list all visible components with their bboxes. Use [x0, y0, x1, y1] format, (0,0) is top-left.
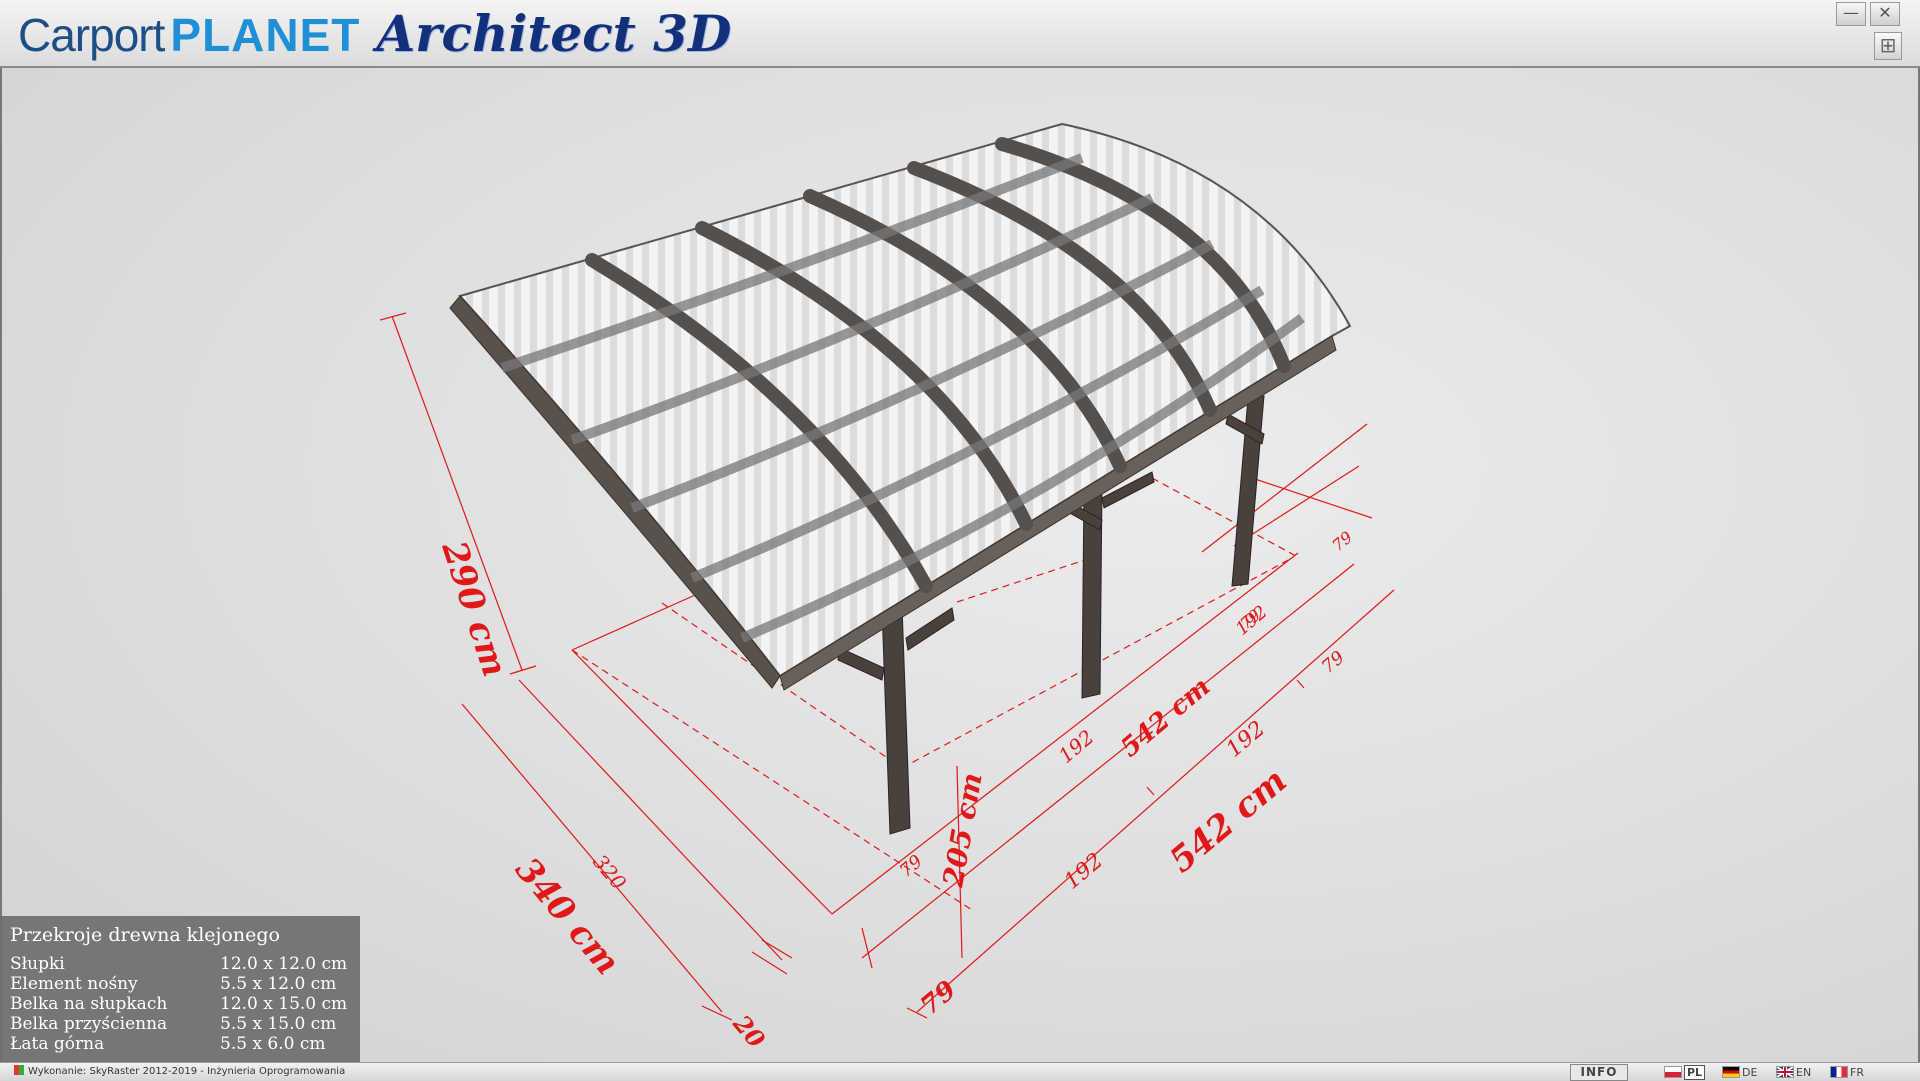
info-row-label: Belka na słupkach — [10, 994, 168, 1014]
minimize-button[interactable]: — — [1836, 2, 1866, 26]
info-row: Element nośny 5.5 x 12.0 cm — [10, 974, 350, 994]
lang-de[interactable]: DE — [1722, 1065, 1757, 1079]
maximize-icon[interactable]: ⊞ — [1874, 32, 1902, 60]
lang-code: FR — [1850, 1065, 1864, 1079]
timber-sections-panel: Przekroje drewna klejonego Słupki 12.0 x… — [0, 916, 360, 1062]
info-row-value: 5.5 x 6.0 cm — [220, 1034, 326, 1054]
lang-code: PL — [1684, 1064, 1706, 1080]
germany-flag-icon — [1722, 1066, 1740, 1078]
info-row: Łata górna 5.5 x 6.0 cm — [10, 1034, 350, 1054]
info-row-label: Belka przyścienna — [10, 1014, 168, 1034]
info-row-value: 12.0 x 12.0 cm — [220, 954, 348, 974]
info-row-label: Element nośny — [10, 974, 138, 994]
3d-viewport[interactable]: 290 cm 340 cm 320 20 542 cm 542 cm 205 c… — [0, 68, 1920, 1062]
panel-title: Przekroje drewna klejonego — [10, 924, 280, 946]
info-row-value: 5.5 x 12.0 cm — [220, 974, 337, 994]
lang-pl[interactable]: PL — [1664, 1064, 1706, 1080]
dim-width-offset: 20 — [727, 1008, 772, 1053]
status-bar: Wykonanie: SkyRaster 2012-2019 - Inżynie… — [0, 1062, 1920, 1081]
brand-carport: Carport — [18, 9, 165, 61]
dim-bay-top: 192 — [1054, 725, 1099, 768]
product-name: Architect 3D — [376, 4, 732, 63]
uk-flag-icon — [1776, 1066, 1794, 1078]
poland-flag-icon — [1664, 1066, 1682, 1078]
dim-overhang-small-3: 79 — [1328, 527, 1356, 555]
dim-overhang-small-1: 79 — [896, 851, 927, 882]
info-row-value: 5.5 x 15.0 cm — [220, 1014, 337, 1034]
info-button[interactable]: INFO — [1570, 1064, 1628, 1081]
info-row: Belka na słupkach 12.0 x 15.0 cm — [10, 994, 350, 1014]
brand-planet: PLANET — [170, 9, 361, 61]
dim-bay-2: 192 — [1222, 716, 1270, 762]
app-logo: Carport PLANET Architect 3D — [18, 6, 731, 62]
app-icon — [14, 1065, 24, 1075]
dim-length-inner: 542 cm — [1115, 672, 1216, 764]
roof — [449, 122, 1352, 691]
info-row-label: Słupki — [10, 954, 65, 974]
info-row: Słupki 12.0 x 12.0 cm — [10, 954, 350, 974]
france-flag-icon — [1830, 1066, 1848, 1078]
close-button[interactable]: ✕ — [1870, 2, 1900, 26]
carport-scene: 290 cm 340 cm 320 20 542 cm 542 cm 205 c… — [379, 122, 1395, 1054]
info-row-value: 12.0 x 15.0 cm — [220, 994, 348, 1014]
lang-code: DE — [1742, 1065, 1758, 1079]
dim-post-height: 205 cm — [936, 770, 989, 890]
dim-width-inner: 320 — [588, 850, 631, 895]
credits: Wykonanie: SkyRaster 2012-2019 - Inżynie… — [14, 1065, 345, 1077]
info-row: Belka przyścienna 5.5 x 15.0 cm — [10, 1014, 350, 1034]
dim-overhang-back: 79 — [1318, 647, 1349, 678]
title-bar: Carport PLANET Architect 3D — ✕ ⊞ — [0, 0, 1920, 68]
dim-bay-1: 192 — [1060, 848, 1108, 894]
dim-length-total: 542 cm — [1162, 761, 1295, 881]
lang-code: EN — [1796, 1065, 1812, 1079]
info-row-label: Łata górna — [10, 1034, 105, 1054]
lang-fr[interactable]: FR — [1830, 1065, 1864, 1079]
lang-en[interactable]: EN — [1776, 1065, 1811, 1079]
credits-text: Wykonanie: SkyRaster 2012-2019 - Inżynie… — [28, 1066, 346, 1077]
dim-height-total: 290 cm — [433, 535, 514, 681]
dim-overhang-front: 79 — [915, 975, 962, 1021]
